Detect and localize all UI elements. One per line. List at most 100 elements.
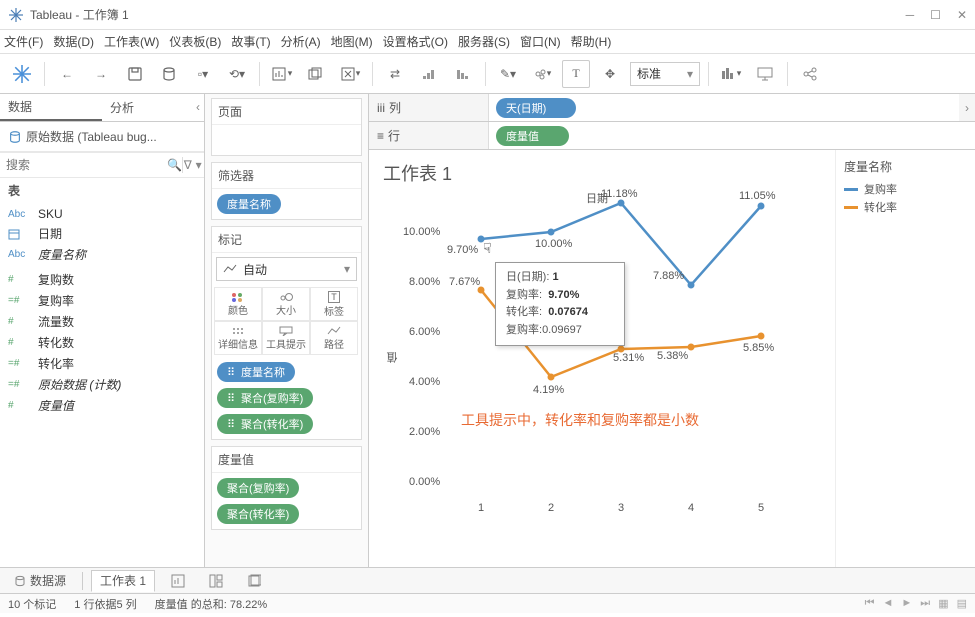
group-icon[interactable]: ▾ <box>528 60 556 88</box>
pages-shelf[interactable] <box>216 129 357 151</box>
menu-dashboard[interactable]: 仪表板(B) <box>169 33 221 50</box>
save-icon[interactable] <box>121 60 149 88</box>
field-measure-values[interactable]: #度量值 <box>0 395 204 416</box>
search-icon[interactable]: 🔍 <box>167 158 182 172</box>
menu-analysis[interactable]: 分析(A) <box>281 33 321 50</box>
searchbar: 🔍 ∇ ▾ <box>0 152 204 178</box>
show-me-icon[interactable]: ▾ <box>717 60 745 88</box>
expand-shelf-icon[interactable]: › <box>959 101 975 115</box>
menu-file[interactable]: 文件(F) <box>4 33 43 50</box>
redo-icon[interactable]: → <box>87 60 115 88</box>
duplicate-icon[interactable] <box>302 60 330 88</box>
rows-pill-measure-values[interactable]: 度量值 <box>496 126 569 146</box>
filter-pill-measure-names[interactable]: 度量名称 <box>217 194 281 214</box>
canvas[interactable]: 工作表 1 日期 值 0.00% 2.00% 4.00% 6.00% 8.00%… <box>369 150 835 567</box>
rows-shelf-content[interactable]: 度量值 <box>489 122 975 149</box>
field-count[interactable]: =#原始数据 (计数) <box>0 374 204 395</box>
menubar: 文件(F) 数据(D) 工作表(W) 仪表板(B) 故事(T) 分析(A) 地图… <box>0 30 975 54</box>
measures-list: #复购数 =#复购率 #流量数 #转化数 =#转化率 =#原始数据 (计数) #… <box>0 267 204 418</box>
nav-first-icon[interactable]: ⏮ <box>865 597 875 610</box>
menu-worksheet[interactable]: 工作表(W) <box>104 33 159 50</box>
highlight-icon[interactable]: ✎▾ <box>494 60 522 88</box>
swap-icon[interactable]: ⇄ <box>381 60 409 88</box>
mark-detail[interactable]: 详细信息 <box>214 321 262 355</box>
label-toggle-icon[interactable]: T <box>562 60 590 88</box>
presentation-icon[interactable] <box>751 60 779 88</box>
clear-icon[interactable]: ▾ <box>336 60 364 88</box>
minimize-button[interactable]: ─ <box>906 8 915 22</box>
field-repurchase-count[interactable]: #复购数 <box>0 269 204 290</box>
marks-pill-agg-convert[interactable]: ⠿聚合(转化率) <box>217 414 313 434</box>
menu-data[interactable]: 数据(D) <box>53 33 94 50</box>
mark-tooltip[interactable]: 工具提示 <box>262 321 310 355</box>
field-measure-names[interactable]: Abc度量名称 <box>0 244 204 265</box>
field-repurchase-rate[interactable]: =#复购率 <box>0 290 204 311</box>
chart[interactable]: 日期 值 0.00% 2.00% 4.00% 6.00% 8.00% 10.00… <box>391 192 821 532</box>
sheet-title[interactable]: 工作表 1 <box>383 160 821 186</box>
marks-pill-agg-repurchase[interactable]: ⠿聚合(复购率) <box>217 388 313 408</box>
menu-server[interactable]: 服务器(S) <box>458 33 510 50</box>
menu-help[interactable]: 帮助(H) <box>571 33 612 50</box>
legend-item-convert[interactable]: 转化率 <box>844 199 967 215</box>
marks-pill-measure-names[interactable]: ⠿度量名称 <box>217 362 295 382</box>
tab-sheet-1[interactable]: 工作表 1 <box>91 570 155 592</box>
bottom-tabs: 数据源 工作表 1 <box>0 567 975 593</box>
nav-last-icon[interactable]: ⏭ <box>920 597 930 610</box>
mark-label[interactable]: T标签 <box>310 287 358 321</box>
new-worksheet-icon[interactable]: ▾ <box>268 60 296 88</box>
mark-path[interactable]: 路径 <box>310 321 358 355</box>
menu-window[interactable]: 窗口(N) <box>520 33 561 50</box>
mv-pill-convert[interactable]: 聚合(转化率) <box>217 504 299 524</box>
columns-pill-day-date[interactable]: 天(日期) <box>496 98 576 118</box>
filmstrip-icon[interactable]: ▤ <box>957 597 967 610</box>
field-sku[interactable]: AbcSKU <box>0 205 204 223</box>
menu-story[interactable]: 故事(T) <box>231 33 270 50</box>
legend-item-repurchase[interactable]: 复购率 <box>844 181 967 197</box>
pages-card: 页面 <box>211 98 362 156</box>
sort-asc-icon[interactable] <box>415 60 443 88</box>
tab-datasource[interactable]: 数据源 <box>6 570 74 592</box>
share-icon[interactable] <box>796 60 824 88</box>
measure-values-card: 度量值 聚合(复购率) 聚合(转化率) <box>211 446 362 530</box>
maximize-button[interactable]: ☐ <box>930 8 941 22</box>
legend: 度量名称 复购率 转化率 <box>835 150 975 567</box>
tableau-icon[interactable] <box>8 60 36 88</box>
window-title: Tableau - 工作簿 1 <box>30 6 906 23</box>
sidebar-tab-data[interactable]: 数据 <box>0 94 102 121</box>
fit-select[interactable]: 标准▾ <box>630 62 700 86</box>
mark-size[interactable]: 大小 <box>262 287 310 321</box>
filter-icon[interactable]: ∇ <box>182 158 193 172</box>
new-datasource-icon[interactable] <box>155 60 183 88</box>
marks-type-select[interactable]: 自动▾ <box>216 257 357 281</box>
undo-icon[interactable]: ← <box>53 60 81 88</box>
status-sum: 度量值 的总和: 78.22% <box>155 596 267 612</box>
new-sheet-button[interactable] <box>163 570 193 592</box>
statusbar: 10 个标记 1 行依据5 列 度量值 的总和: 78.22% ⏮ ◄ ► ⏭ … <box>0 593 975 613</box>
rows-icon: ≡ <box>377 129 384 143</box>
mark-color[interactable]: 颜色 <box>214 287 262 321</box>
grid-view-icon[interactable]: ▦ <box>938 597 948 610</box>
sidebar-tab-analysis[interactable]: 分析 <box>102 94 204 121</box>
datasource-item[interactable]: 原始数据 (Tableau bug... <box>0 122 204 152</box>
pin-icon[interactable]: ✥ <box>596 60 624 88</box>
sidebar: 数据 分析 ‹ 原始数据 (Tableau bug... 🔍 ∇ ▾ 表 Abc… <box>0 94 205 567</box>
pause-refresh-icon[interactable]: ▫▾ <box>189 60 217 88</box>
close-button[interactable]: ✕ <box>957 8 967 22</box>
field-date[interactable]: 日期 <box>0 223 204 244</box>
field-traffic[interactable]: #流量数 <box>0 311 204 332</box>
columns-shelf-content[interactable]: 天(日期) <box>489 94 959 121</box>
nav-next-icon[interactable]: ► <box>901 597 912 610</box>
mv-pill-repurchase[interactable]: 聚合(复购率) <box>217 478 299 498</box>
menu-map[interactable]: 地图(M) <box>331 33 373 50</box>
refresh-icon[interactable]: ⟲▾ <box>223 60 251 88</box>
search-input[interactable] <box>0 153 167 177</box>
nav-prev-icon[interactable]: ◄ <box>883 597 894 610</box>
menu-format[interactable]: 设置格式(O) <box>383 33 448 50</box>
field-convert-rate[interactable]: =#转化率 <box>0 353 204 374</box>
new-story-button[interactable] <box>239 570 269 592</box>
collapse-sidebar-icon[interactable]: ‹ <box>196 100 200 114</box>
new-dashboard-button[interactable] <box>201 570 231 592</box>
field-convert-count[interactable]: #转化数 <box>0 332 204 353</box>
menu-dropdown-icon[interactable]: ▾ <box>193 158 204 172</box>
sort-desc-icon[interactable] <box>449 60 477 88</box>
